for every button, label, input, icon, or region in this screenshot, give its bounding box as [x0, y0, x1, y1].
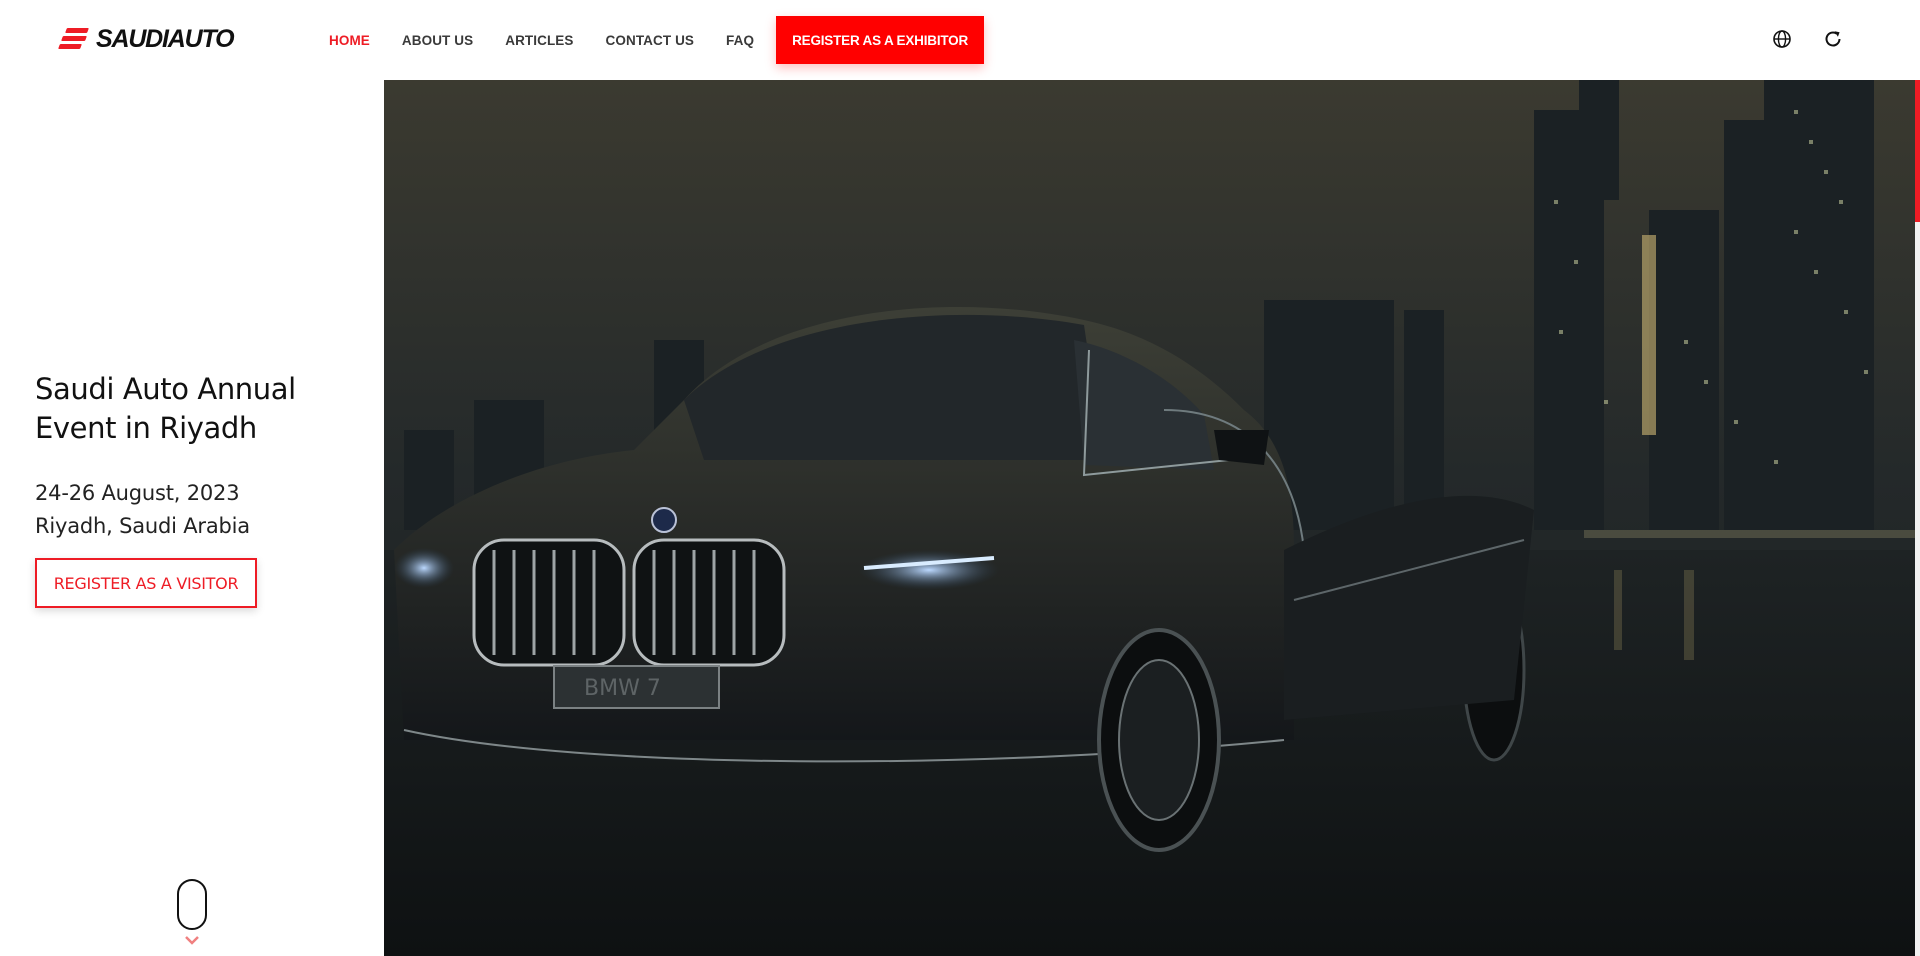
- chevron-down-icon: [185, 936, 199, 945]
- nav-contact-us[interactable]: CONTACT US: [606, 33, 695, 48]
- site-logo[interactable]: SAUDIAUTO: [58, 24, 235, 54]
- globe-icon[interactable]: [1771, 28, 1793, 50]
- nav-articles[interactable]: ARTICLES: [505, 33, 573, 48]
- hero-title: Saudi Auto Annual Event in Riyadh: [35, 370, 355, 448]
- scroll-down-mouse-icon[interactable]: [177, 879, 207, 930]
- hero-car-image: BMW 7: [384, 80, 1915, 956]
- hero-text-block: Saudi Auto Annual Event in Riyadh 24-26 …: [35, 370, 355, 608]
- site-header: SAUDIAUTO HOME ABOUT US ARTICLES CONTACT…: [0, 0, 1920, 80]
- logo-text: SAUDIAUTO: [96, 24, 235, 53]
- event-location: Riyadh, Saudi Arabia: [35, 514, 250, 538]
- nav-faq[interactable]: FAQ: [726, 33, 754, 48]
- logo-mark-icon: [58, 26, 90, 52]
- register-exhibitor-button[interactable]: REGISTER AS A EXHIBITOR: [776, 16, 985, 64]
- event-date: 24-26 August, 2023: [35, 481, 240, 505]
- hero-title-line1: Saudi Auto Annual: [35, 372, 296, 406]
- plate-text: BMW 7: [584, 676, 661, 701]
- nav-home[interactable]: HOME: [329, 33, 370, 48]
- hero-title-line2: Event in Riyadh: [35, 411, 257, 445]
- refresh-icon[interactable]: [1822, 28, 1844, 50]
- main-nav: HOME ABOUT US ARTICLES CONTACT US FAQ RE…: [313, 16, 985, 64]
- register-visitor-button[interactable]: REGISTER AS A VISITOR: [35, 558, 257, 608]
- nav-about-us[interactable]: ABOUT US: [402, 33, 473, 48]
- page: SAUDIAUTO HOME ABOUT US ARTICLES CONTACT…: [0, 0, 1920, 956]
